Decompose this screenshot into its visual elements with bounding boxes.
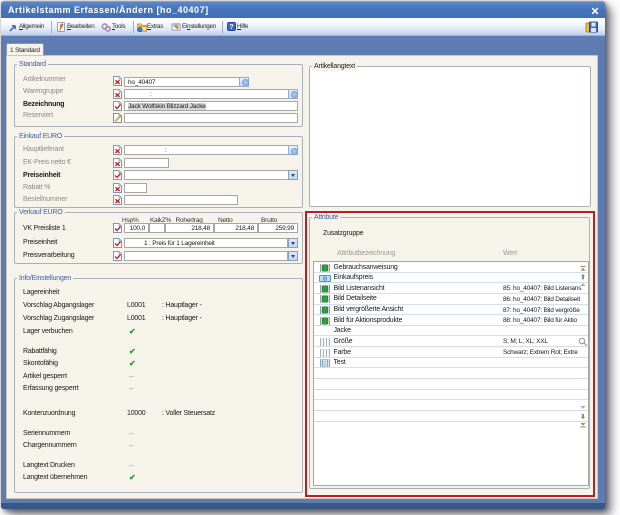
svg-text:?: ?	[229, 24, 233, 31]
